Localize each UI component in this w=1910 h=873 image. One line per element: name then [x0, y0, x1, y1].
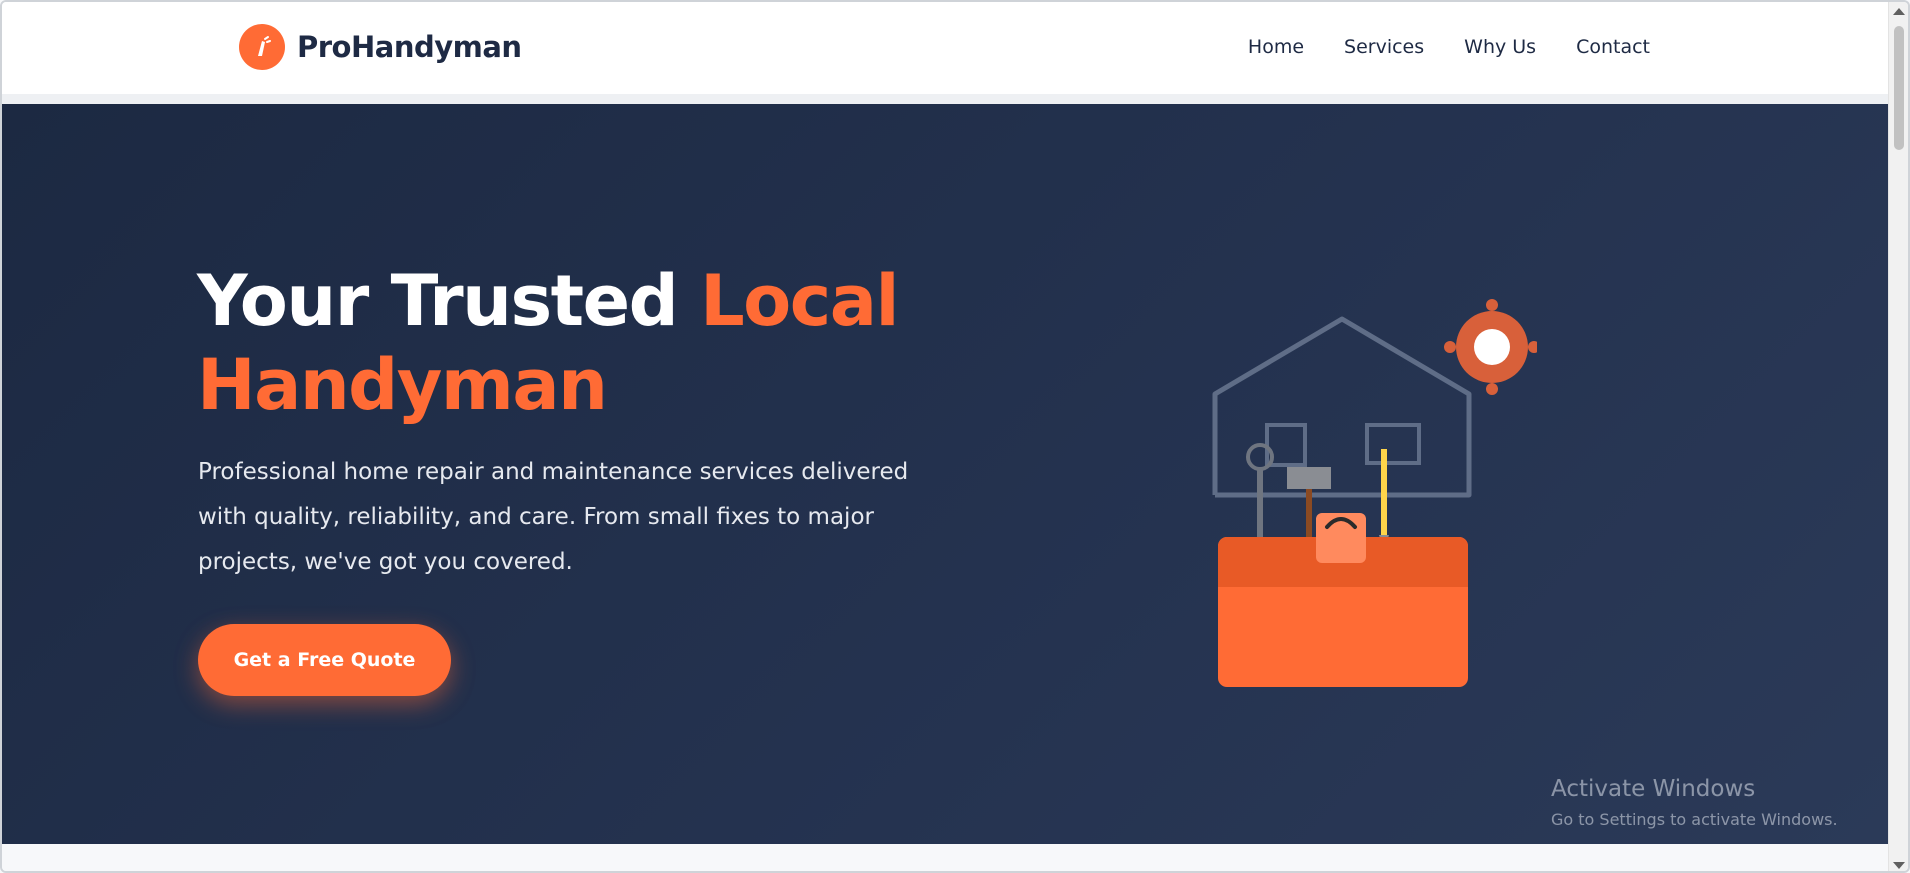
header-divider [2, 94, 1892, 104]
get-quote-button[interactable]: Get a Free Quote [198, 624, 451, 696]
scrollbar-thumb[interactable] [1894, 26, 1904, 150]
scroll-up-arrow-icon[interactable] [1893, 8, 1905, 15]
watermark-title: Activate Windows [1551, 776, 1756, 802]
site-logo[interactable]: ProHandyman [239, 24, 522, 70]
hero-description: Professional home repair and maintenance… [198, 459, 909, 575]
wrench-logo-icon [239, 24, 285, 70]
vertical-scrollbar[interactable] [1888, 2, 1908, 871]
nav-link-home[interactable]: Home [1248, 36, 1304, 58]
hero-section: Your Trusted Local Handyman Professional… [2, 104, 1892, 844]
nav-link-contact[interactable]: Contact [1576, 36, 1650, 58]
watermark-subtitle: Go to Settings to activate Windows. [1551, 810, 1838, 829]
hero-title-main: Your Trusted [197, 260, 701, 342]
brand-name: ProHandyman [297, 30, 522, 64]
nav-link-services[interactable]: Services [1344, 36, 1424, 58]
next-section-edge [2, 844, 1892, 871]
scroll-down-arrow-icon[interactable] [1893, 862, 1905, 869]
toolbox-house-icon [1197, 299, 1540, 703]
windows-activation-watermark: Activate Windows Go to Settings to activ… [1551, 776, 1838, 829]
site-header: ProHandyman Home Services Why Us Contact [2, 2, 1892, 94]
hero-title: Your Trusted Local Handyman [197, 259, 957, 427]
nav-link-why-us[interactable]: Why Us [1464, 36, 1536, 58]
browser-viewport: ProHandyman Home Services Why Us Contact… [0, 0, 1910, 873]
main-nav: Home Services Why Us Contact [1248, 36, 1650, 58]
